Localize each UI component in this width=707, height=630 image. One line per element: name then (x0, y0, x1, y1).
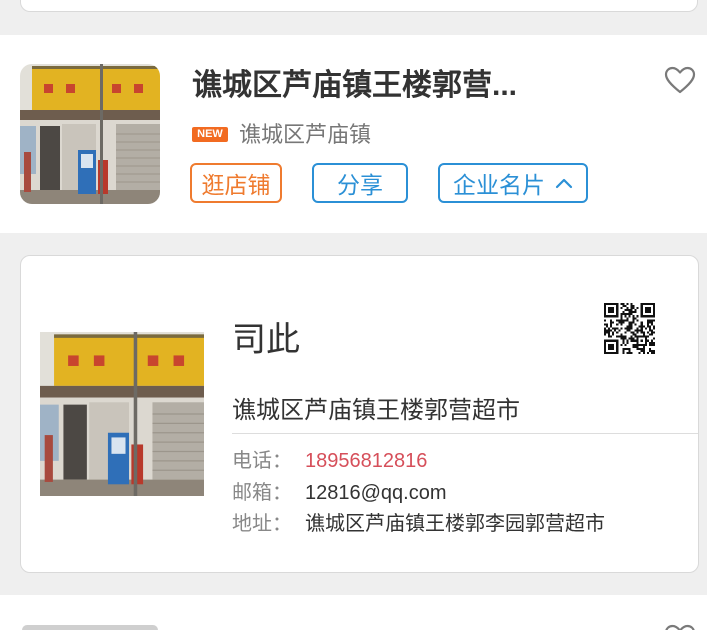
contact-name: 司此 (232, 321, 300, 359)
store-location: 谯城区芦庙镇 (239, 122, 372, 147)
address-label: 地址： (232, 513, 292, 535)
new-badge: NEW (192, 127, 228, 142)
visit-store-button[interactable]: 逛店铺 (190, 163, 282, 203)
heart-outline-icon[interactable] (664, 624, 696, 630)
next-store-thumbnail[interactable] (22, 625, 158, 630)
qr-code[interactable] (604, 303, 655, 354)
business-card-button[interactable]: 企业名片 (438, 163, 588, 203)
store-photo (40, 332, 204, 496)
previous-business-card-panel (20, 0, 698, 12)
email-row: 邮箱： 12816@qq.com (232, 478, 698, 508)
divider (232, 433, 698, 434)
email-address[interactable]: 12816@qq.com (305, 478, 447, 508)
chevron-up-icon (555, 178, 573, 189)
store-list-item: 谯城区芦庙镇王楼郭营... NEW 谯城区芦庙镇 逛店铺 分享 企业名片 (0, 35, 707, 233)
store-photo (20, 64, 160, 204)
next-store-list-item (0, 595, 707, 630)
phone-number[interactable]: 18956812816 (305, 446, 427, 476)
business-card-photo (40, 332, 204, 496)
visit-store-button-label: 逛店铺 (201, 172, 271, 198)
business-card-button-label: 企业名片 (453, 172, 545, 198)
address-row: 地址： 谯城区芦庙镇王楼郭李园郭营超市 (232, 509, 698, 539)
address-value: 谯城区芦庙镇王楼郭李园郭营超市 (305, 513, 605, 535)
company-name: 谯城区芦庙镇王楼郭营超市 (232, 397, 520, 424)
share-button[interactable]: 分享 (312, 163, 408, 203)
phone-label: 电话： (232, 450, 292, 472)
business-card-panel: 司此 谯城区芦庙镇王楼郭营超市 电话： 18956812816 邮箱： 1281… (20, 255, 699, 573)
heart-outline-icon[interactable] (664, 66, 696, 94)
email-label: 邮箱： (232, 482, 292, 504)
store-thumbnail[interactable] (20, 64, 160, 204)
share-button-label: 分享 (337, 172, 383, 198)
store-title[interactable]: 谯城区芦庙镇王楼郭营... (192, 68, 642, 104)
phone-row: 电话： 18956812816 (232, 446, 698, 476)
